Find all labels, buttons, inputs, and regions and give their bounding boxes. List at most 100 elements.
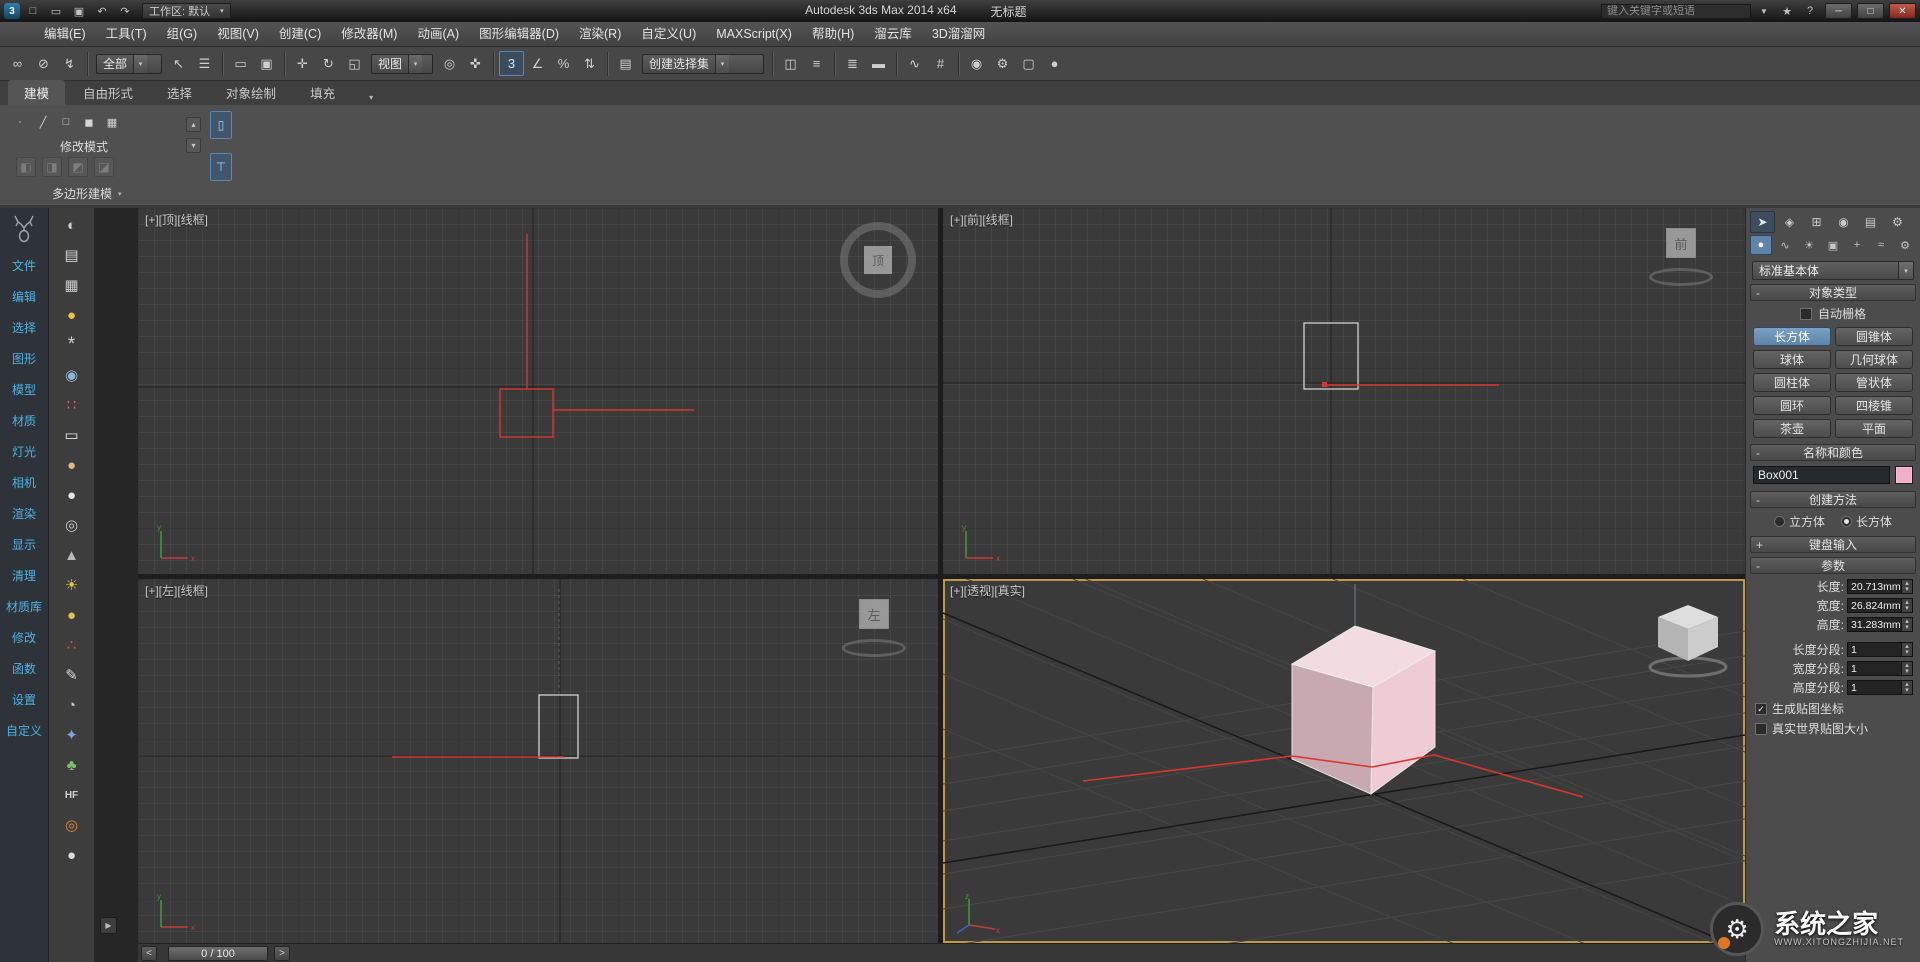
board-icon[interactable]: ▤ bbox=[49, 240, 94, 270]
cone-button[interactable]: 圆锥体 bbox=[1835, 327, 1913, 346]
viewcube-left[interactable]: 左 bbox=[838, 595, 910, 659]
select-and-link-icon[interactable]: ∞ bbox=[5, 51, 30, 76]
yellow-ball-icon[interactable]: ● bbox=[49, 300, 94, 330]
expand-panel-icon[interactable]: ▶ bbox=[100, 917, 117, 934]
gauge-icon[interactable]: ◔ bbox=[49, 690, 94, 720]
motion-tab-icon[interactable]: ◉ bbox=[1831, 211, 1856, 233]
menu-graph-editors[interactable]: 图形编辑器(D) bbox=[469, 22, 569, 46]
prev-frame-button[interactable]: < bbox=[141, 946, 157, 961]
named-selection-dropdown[interactable]: 创建选择集 ▾ bbox=[642, 54, 764, 74]
polygon-mode-icon[interactable]: ◼ bbox=[81, 114, 97, 130]
menu-customize[interactable]: 自定义(U) bbox=[631, 22, 706, 46]
infocenter-search-input[interactable] bbox=[1601, 4, 1751, 19]
snap-toggle-icon[interactable]: 3 bbox=[499, 51, 524, 76]
pencil-icon[interactable]: ✎ bbox=[49, 660, 94, 690]
menu-views[interactable]: 视图(V) bbox=[207, 22, 269, 46]
height-segs-field[interactable]: 1 ▴▾ bbox=[1847, 680, 1913, 695]
spin-down-icon[interactable]: ▾ bbox=[1905, 606, 1909, 612]
sun-icon[interactable]: ☀ bbox=[49, 570, 94, 600]
modify-tool-icon[interactable]: ◧ bbox=[16, 157, 36, 177]
sidebar-item-cleanup[interactable]: 清理 bbox=[0, 560, 48, 591]
height-field[interactable]: 31.283mm ▴▾ bbox=[1847, 617, 1913, 632]
systems-category-icon[interactable]: ⚙ bbox=[1894, 235, 1916, 255]
rendered-frame-icon[interactable]: ▢ bbox=[1016, 51, 1041, 76]
spin-down-icon[interactable]: ▾ bbox=[1905, 625, 1909, 631]
menu-3dliuliu[interactable]: 3D溜溜网 bbox=[922, 22, 995, 46]
hierarchy-tab-icon[interactable]: ⊞ bbox=[1804, 211, 1829, 233]
curve-editor-icon[interactable]: ∿ bbox=[902, 51, 927, 76]
red-dots-icon[interactable]: ∷ bbox=[49, 390, 94, 420]
tan-ball-icon[interactable]: ● bbox=[49, 450, 94, 480]
app-logo-icon[interactable]: 3 bbox=[4, 3, 20, 19]
create-tab-icon[interactable]: ➤ bbox=[1750, 211, 1775, 233]
menu-animation[interactable]: 动画(A) bbox=[407, 22, 469, 46]
sidebar-item-display[interactable]: 显示 bbox=[0, 529, 48, 560]
modify-tab-icon[interactable]: ◈ bbox=[1777, 211, 1802, 233]
ribbon-toggle-icon[interactable]: ▬ bbox=[866, 51, 891, 76]
sidebar-item-edit[interactable]: 编辑 bbox=[0, 281, 48, 312]
workspace-selector[interactable]: 工作区: 默认 ▾ bbox=[142, 3, 231, 19]
save-file-icon[interactable]: ▣ bbox=[69, 3, 89, 20]
red-spark-icon[interactable]: ∴ bbox=[49, 630, 94, 660]
material-editor-icon[interactable]: ◉ bbox=[964, 51, 989, 76]
sphere-button[interactable]: 球体 bbox=[1753, 350, 1831, 369]
menu-modifiers[interactable]: 修改器(M) bbox=[331, 22, 407, 46]
select-and-manipulate-icon[interactable]: ✜ bbox=[463, 51, 488, 76]
select-and-scale-icon[interactable]: ◱ bbox=[342, 51, 367, 76]
radio-cube[interactable]: 立方体 bbox=[1774, 513, 1825, 530]
sidebar-item-modify[interactable]: 修改 bbox=[0, 622, 48, 653]
geosphere-button[interactable]: 几何球体 bbox=[1835, 350, 1913, 369]
viewport-perspective[interactable]: [+][透视][真实] bbox=[943, 579, 1745, 943]
viewport-label-front[interactable]: [+][前][线框] bbox=[950, 211, 1013, 228]
hf-tool-icon[interactable]: HF bbox=[49, 780, 94, 810]
half-sphere-icon[interactable]: ◐ bbox=[49, 210, 94, 240]
blue-sphere-icon[interactable]: ◉ bbox=[49, 360, 94, 390]
cylinder-button[interactable]: 圆柱体 bbox=[1753, 373, 1831, 392]
object-color-swatch[interactable] bbox=[1895, 466, 1913, 484]
redo-icon[interactable]: ↷ bbox=[115, 3, 135, 20]
next-frame-button[interactable]: > bbox=[274, 946, 290, 961]
sidebar-item-function[interactable]: 函数 bbox=[0, 653, 48, 684]
unlink-selection-icon[interactable]: ⊘ bbox=[31, 51, 56, 76]
polygon-modeling-dropdown[interactable]: 多边形建模 ▾ bbox=[52, 185, 122, 202]
rollout-name-color[interactable]: - 名称和颜色 bbox=[1750, 444, 1916, 461]
pyramid-button[interactable]: 四棱锥 bbox=[1835, 396, 1913, 415]
sidebar-item-shape[interactable]: 图形 bbox=[0, 343, 48, 374]
helpers-category-icon[interactable]: + bbox=[1846, 235, 1868, 255]
viewcube-front[interactable]: 前 bbox=[1645, 224, 1717, 288]
element-mode-icon[interactable]: ▦ bbox=[104, 114, 120, 130]
bottom-ball-icon[interactable]: ● bbox=[49, 840, 94, 870]
sidebar-item-select[interactable]: 选择 bbox=[0, 312, 48, 343]
rectangular-region-icon[interactable]: ▭ bbox=[228, 51, 253, 76]
cone-icon[interactable]: ▲ bbox=[49, 540, 94, 570]
sidebar-item-matlib[interactable]: 材质库 bbox=[0, 591, 48, 622]
select-object-icon[interactable]: ↖ bbox=[166, 51, 191, 76]
new-file-icon[interactable]: □ bbox=[23, 3, 43, 20]
viewport-front[interactable]: [+][前][线框] 前 x y bbox=[943, 208, 1745, 574]
scroll-down-icon[interactable]: ▾ bbox=[186, 138, 201, 153]
viewport-top[interactable]: [+][顶][线框] 顶 x y bbox=[138, 208, 938, 574]
menu-help[interactable]: 帮助(H) bbox=[802, 22, 864, 46]
length-segs-field[interactable]: 1 ▴▾ bbox=[1847, 642, 1913, 657]
edge-mode-icon[interactable]: ╱ bbox=[35, 114, 51, 130]
sidebar-item-file[interactable]: 文件 bbox=[0, 250, 48, 281]
help-icon[interactable]: ? bbox=[1800, 3, 1820, 20]
spinner-snap-icon[interactable]: ⇅ bbox=[577, 51, 602, 76]
display-tab-icon[interactable]: ▤ bbox=[1858, 211, 1883, 233]
viewcube-top[interactable]: 顶 bbox=[840, 222, 916, 298]
viewcube-face[interactable]: 顶 bbox=[864, 246, 892, 274]
border-mode-icon[interactable]: □ bbox=[58, 114, 74, 130]
select-and-move-icon[interactable]: ✛ bbox=[290, 51, 315, 76]
viewport-left[interactable]: [+][左][线框] 左 x y bbox=[138, 579, 938, 943]
sidebar-item-light[interactable]: 灯光 bbox=[0, 436, 48, 467]
teapot-button[interactable]: 茶壶 bbox=[1753, 419, 1831, 438]
vertex-mode-icon[interactable]: ∙ bbox=[12, 114, 28, 130]
object-name-field[interactable]: Box001 bbox=[1753, 466, 1890, 484]
schematic-view-icon[interactable]: # bbox=[928, 51, 953, 76]
use-pivot-point-icon[interactable]: ◎ bbox=[437, 51, 462, 76]
select-by-name-icon[interactable]: ☰ bbox=[192, 51, 217, 76]
viewcube-face[interactable]: 前 bbox=[1666, 228, 1696, 258]
selection-filter-dropdown[interactable]: 全部 ▾ bbox=[96, 54, 162, 74]
menu-group[interactable]: 组(G) bbox=[157, 22, 208, 46]
window-crossing-icon[interactable]: ▣ bbox=[254, 51, 279, 76]
